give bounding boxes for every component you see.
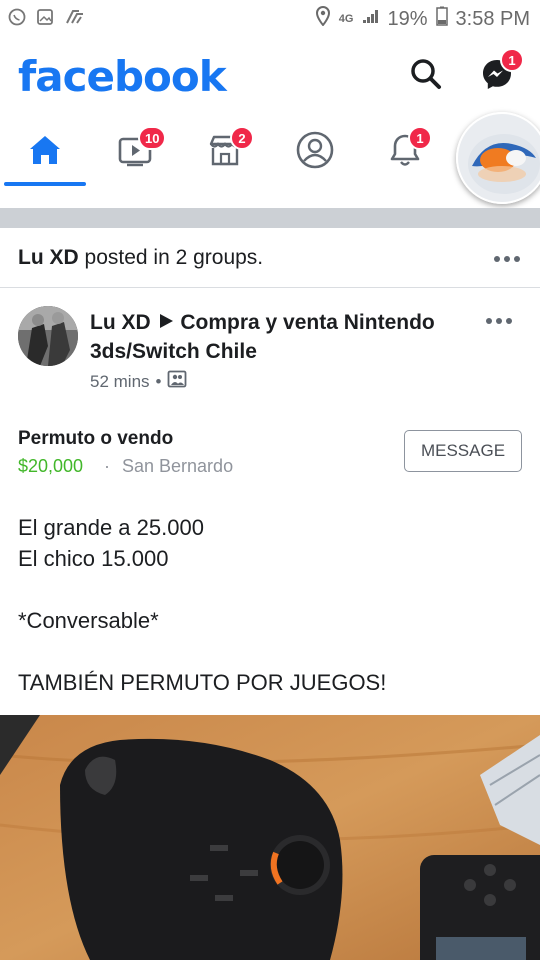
gallery-icon xyxy=(36,8,54,31)
app-header: facebook 1 xyxy=(0,36,540,116)
post-body-line: TAMBIÉN PERMUTO POR JUEGOS! xyxy=(18,670,387,695)
avatar[interactable] xyxy=(18,306,78,366)
battery-percent: 19% xyxy=(387,7,428,30)
tab-home[interactable] xyxy=(0,116,90,184)
active-tab-indicator xyxy=(4,182,86,186)
tab-notifications[interactable]: 1 xyxy=(360,116,450,184)
controller-photo xyxy=(0,715,540,960)
facebook-logo: facebook xyxy=(18,52,227,101)
profile-icon xyxy=(296,131,334,169)
listing-location: San Bernardo xyxy=(122,456,234,476)
tab-profile[interactable] xyxy=(270,116,360,184)
post-body-line: El chico 15.000 xyxy=(18,546,169,571)
group-privacy-icon xyxy=(167,370,187,393)
notifications-badge: 1 xyxy=(408,126,432,150)
tab-marketplace[interactable]: 2 xyxy=(180,116,270,184)
post-photo[interactable] xyxy=(0,715,540,960)
author-avatar-image xyxy=(18,306,78,366)
battery-icon xyxy=(435,6,448,32)
chat-head-avatar xyxy=(458,114,540,202)
home-icon xyxy=(30,136,60,164)
watch-badge: 10 xyxy=(138,126,167,150)
search-button[interactable] xyxy=(406,54,446,94)
marketplace-badge: 2 xyxy=(230,126,254,150)
post-author-name[interactable]: Lu XD xyxy=(90,311,151,334)
tab-watch[interactable]: 10 xyxy=(90,116,180,184)
network-type: 4G xyxy=(338,13,354,25)
clock: 3:58 PM xyxy=(455,7,530,30)
messenger-badge: 1 xyxy=(500,48,524,72)
status-notifications xyxy=(8,8,86,31)
post-author-row: Lu XD Compra y venta Nintendo 3ds/Switch… xyxy=(0,288,540,408)
arrow-right-icon xyxy=(157,311,181,334)
location-icon xyxy=(315,5,331,32)
listing-price: $20,000 xyxy=(18,456,84,476)
signal-icon xyxy=(361,7,379,31)
post-context-header: Lu XD posted in 2 groups. xyxy=(0,228,540,288)
sale-listing: Permuto o vendo $20,000 · San Bernardo M… xyxy=(0,420,540,490)
post-body-line xyxy=(18,636,518,667)
post-body-line: *Conversable* xyxy=(18,608,159,633)
meta-dot: • xyxy=(155,371,162,391)
context-more-button[interactable] xyxy=(494,254,522,264)
post-body-line: El grande a 25.000 xyxy=(18,515,204,540)
chat-head-bubble[interactable] xyxy=(456,112,540,204)
post-body-line xyxy=(18,574,518,605)
feed-separator xyxy=(0,208,540,228)
app-notification-icon xyxy=(64,8,86,31)
whatsapp-icon xyxy=(8,8,26,31)
listing-title: Permuto o vendo xyxy=(18,428,174,449)
status-bar: 4G 19% 3:58 PM xyxy=(0,0,540,36)
message-button[interactable]: MESSAGE xyxy=(404,430,522,472)
post-body: El grande a 25.000 El chico 15.000 *Conv… xyxy=(18,512,518,698)
listing-separator: · xyxy=(104,456,110,476)
post-context-text: posted in 2 groups. xyxy=(84,246,264,269)
search-icon xyxy=(411,59,441,89)
messenger-button[interactable]: 1 xyxy=(478,48,524,96)
post-more-button[interactable] xyxy=(486,316,514,326)
post-timestamp[interactable]: 52 mins xyxy=(90,372,150,392)
post-context-author[interactable]: Lu XD xyxy=(18,246,79,269)
